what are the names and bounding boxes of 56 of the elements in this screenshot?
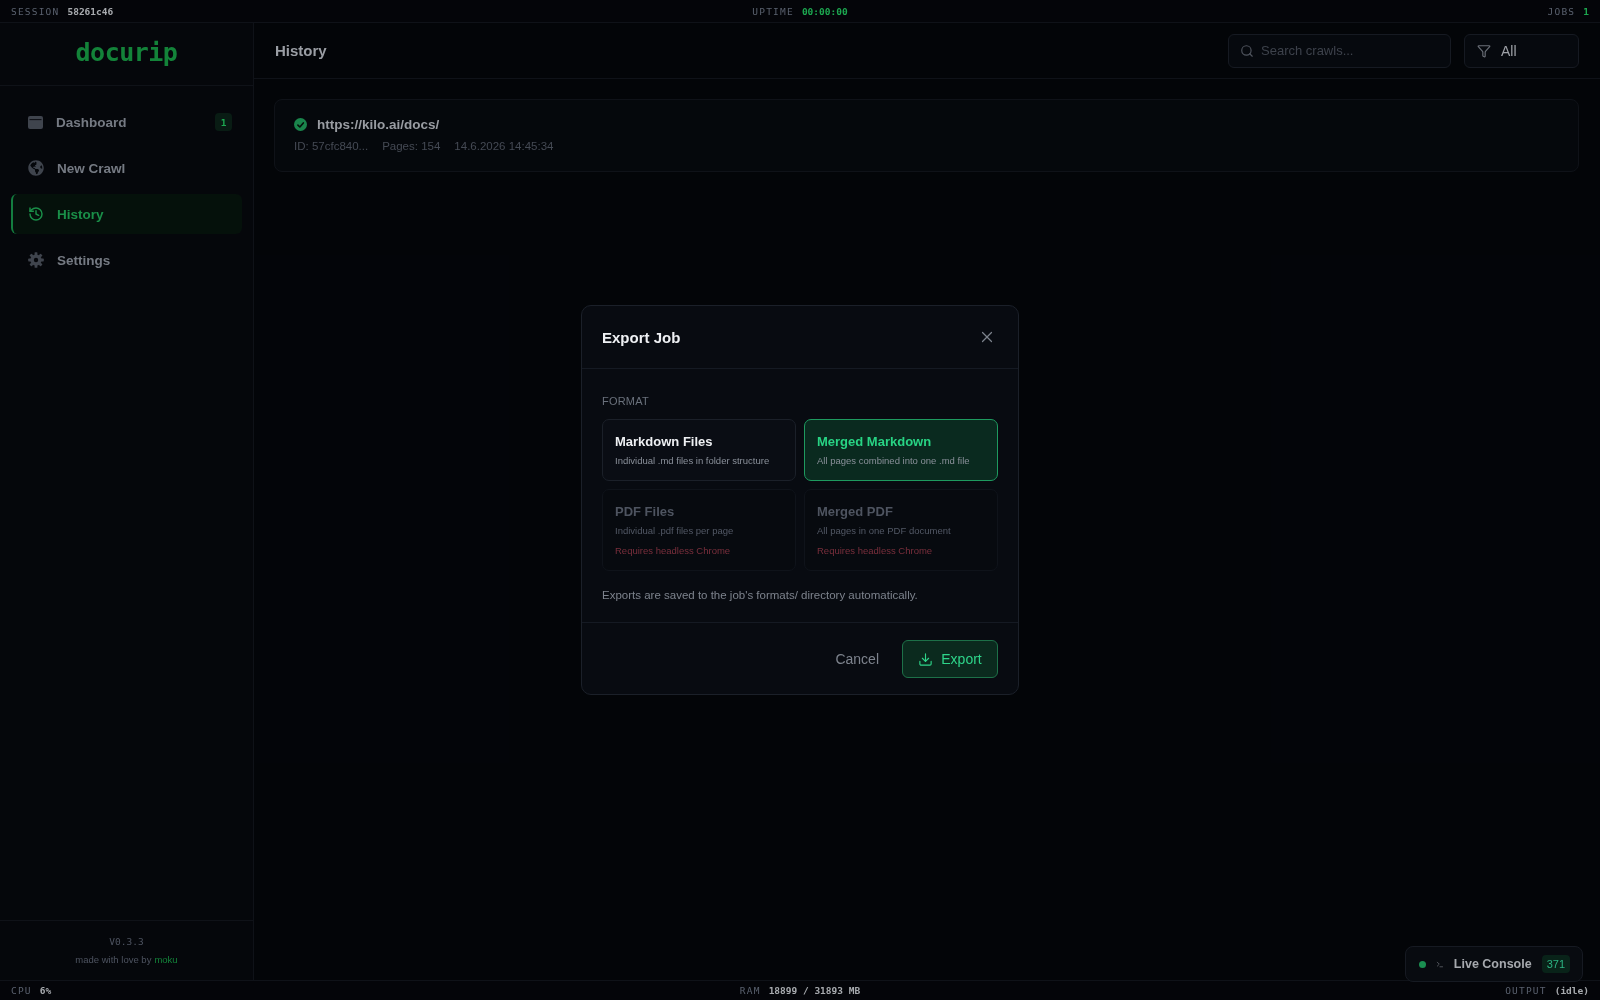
- history-icon: [28, 206, 44, 222]
- nav-item[interactable]: History: [11, 194, 242, 234]
- format-title: Merged Markdown: [817, 434, 933, 449]
- job-id: ID: 57cfc840...: [294, 140, 369, 152]
- job-url: https://kilo.ai/docs/: [317, 117, 440, 132]
- format-option[interactable]: Markdown Files Individual .md files in folder structure: [602, 419, 796, 481]
- author-link[interactable]: moku: [154, 954, 178, 965]
- cpu-label: CPU: [11, 985, 32, 996]
- cpu-value: 6%: [39, 985, 52, 996]
- page-title: History: [275, 42, 328, 59]
- job-card[interactable]: https://kilo.ai/docs/ ID: 57cfc840... Pages: 154 14.6.2026 14:45:34: [274, 99, 1579, 172]
- ram-value: 18899 / 31893 MB: [768, 985, 861, 996]
- output-label: OUTPUT: [1505, 985, 1547, 996]
- jobs-count: 1: [1583, 5, 1589, 17]
- credit-text: made with love by: [75, 954, 152, 965]
- download-icon: [918, 651, 934, 667]
- session-label: SESSION: [11, 5, 60, 17]
- nav-item[interactable]: Settings: [11, 240, 242, 280]
- live-console-button[interactable]: Live Console 371: [1405, 946, 1583, 982]
- uptime-value: 00:00:00: [801, 5, 848, 17]
- format-description: All pages combined into one .md file: [817, 455, 971, 466]
- search-icon: [1240, 43, 1254, 58]
- export-note: Exports are saved to the job's formats/ directory automatically.: [602, 589, 919, 601]
- filter-dropdown[interactable]: All: [1464, 33, 1579, 68]
- count-badge: 1: [215, 113, 232, 131]
- format-description: Individual .pdf files per page: [615, 525, 735, 536]
- format-title: Markdown Files: [615, 434, 714, 449]
- format-description: Individual .md files in folder structure: [615, 455, 771, 466]
- nav-item[interactable]: New Crawl: [11, 148, 242, 188]
- version-text: V0.3.3: [109, 936, 144, 947]
- ram-label: RAM: [739, 985, 761, 996]
- session-id: 58261c46: [67, 5, 114, 17]
- settings-icon: [28, 252, 44, 268]
- jobs-label: JOBS: [1547, 5, 1576, 17]
- format-warning: Requires headless Chrome: [817, 545, 934, 556]
- format-option[interactable]: Merged Markdown All pages combined into one .md file: [804, 419, 998, 481]
- format-warning: Requires headless Chrome: [615, 545, 732, 556]
- section-label: FORMAT: [602, 395, 650, 407]
- dialog-title: Export Job: [602, 328, 681, 346]
- console-label: Live Console: [1453, 957, 1532, 971]
- export-button[interactable]: Export: [902, 640, 998, 678]
- search-field[interactable]: Search crawls...: [1228, 33, 1451, 68]
- filter-icon: [1477, 43, 1491, 58]
- window-icon: [28, 115, 43, 129]
- format-description: All pages in one PDF document: [817, 525, 952, 536]
- format-title: PDF Files: [615, 504, 676, 519]
- logo: docurip: [75, 37, 178, 69]
- globe-icon: [28, 160, 44, 176]
- job-pages: Pages: 154: [382, 140, 441, 152]
- cancel-button[interactable]: Cancel: [822, 640, 892, 678]
- output-value: (idle): [1554, 985, 1589, 996]
- job-date: 14.6.2026 14:45:34: [454, 140, 554, 152]
- console-count: 371: [1541, 955, 1570, 973]
- format-title: Merged PDF: [817, 504, 894, 519]
- uptime-label: UPTIME: [752, 5, 794, 17]
- nav-item[interactable]: Dashboard 1: [11, 102, 242, 142]
